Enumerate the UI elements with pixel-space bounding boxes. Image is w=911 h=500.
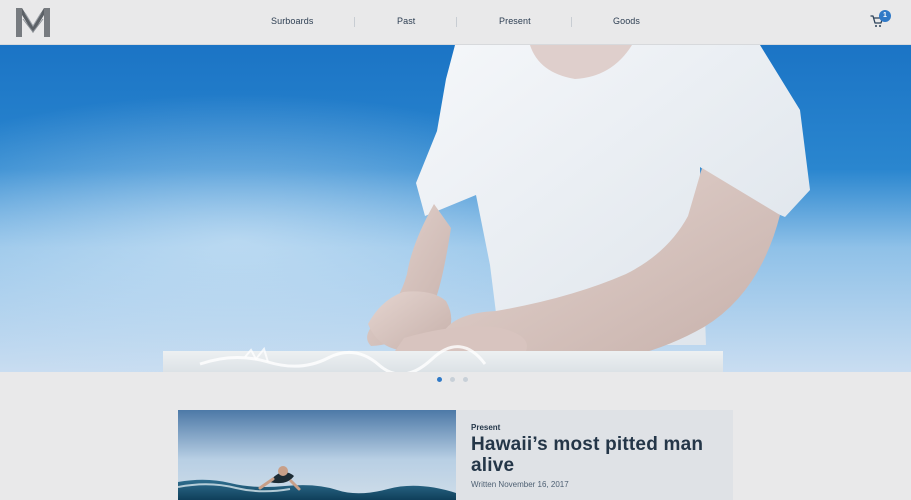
carousel-dot-2[interactable] <box>450 377 455 382</box>
site-header: Surboards Past Present Goods 1 <box>0 0 911 45</box>
carousel-dot-1[interactable] <box>437 377 442 382</box>
m-logo-icon[interactable] <box>14 6 52 39</box>
carousel-pagination <box>437 377 477 385</box>
featured-article-image <box>178 410 456 500</box>
carousel-dot-3[interactable] <box>463 377 468 382</box>
cart-count-badge: 1 <box>879 10 891 22</box>
nav-divider <box>456 17 457 27</box>
nav-divider <box>571 17 572 27</box>
hero-carousel[interactable] <box>0 45 911 372</box>
nav-divider <box>354 17 355 27</box>
article-category[interactable]: Present <box>471 423 500 432</box>
hero-image <box>0 45 911 372</box>
featured-article-card[interactable]: Present Hawaii’s most pitted man alive W… <box>178 410 733 500</box>
nav-item-present[interactable]: Present <box>499 16 531 26</box>
article-date: Written November 16, 2017 <box>471 480 569 489</box>
nav-item-surboards[interactable]: Surboards <box>271 16 313 26</box>
article-title[interactable]: Hawaii’s most pitted man alive <box>471 434 716 476</box>
main-navigation: Surboards Past Present Goods <box>236 0 656 45</box>
nav-item-goods[interactable]: Goods <box>613 16 640 26</box>
featured-article-content: Present Hawaii’s most pitted man alive W… <box>471 423 721 493</box>
nav-item-past[interactable]: Past <box>397 16 415 26</box>
